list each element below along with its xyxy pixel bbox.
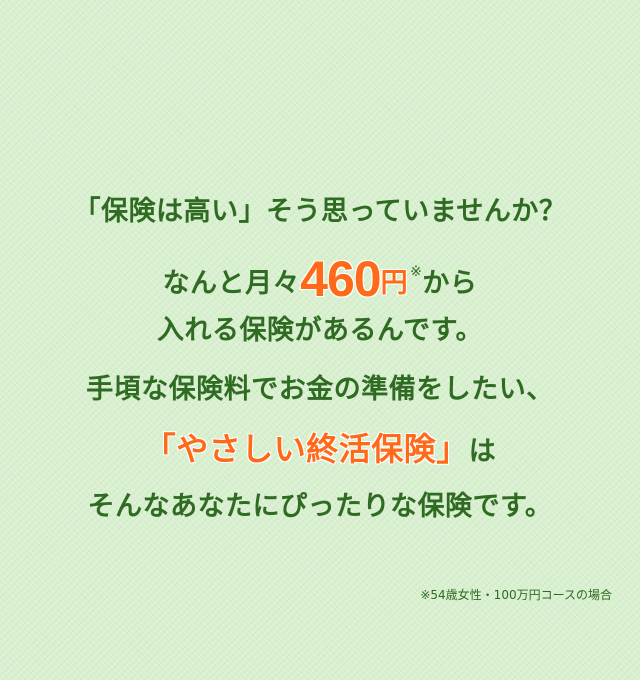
fit-line: そんなあなたにぴったりな保険です。 bbox=[87, 491, 553, 522]
product-suffix: は bbox=[468, 436, 497, 467]
price-unit: 円 bbox=[380, 268, 409, 299]
price-value: 460 bbox=[300, 251, 381, 307]
price-prefix: なんと月々 bbox=[162, 268, 301, 299]
price-suffix: から bbox=[422, 268, 478, 299]
footnote: ※54歳女性・100万円コースの場合 bbox=[420, 588, 612, 602]
question-line: 「保険は高い」そう思っていませんか？ bbox=[73, 196, 567, 227]
message-block: 「保険は高い」そう思っていませんか？ なんと月々460円 ※から 入れる保険がある… bbox=[0, 196, 640, 550]
price-line: なんと月々460円 ※から bbox=[0, 249, 640, 304]
need-line: 手頃な保険料でお金の準備をしたい、 bbox=[86, 374, 554, 405]
availability-line: 入れる保険があるんです。 bbox=[157, 315, 483, 346]
price-footnote-mark: ※ bbox=[410, 264, 423, 280]
page: { "message": { "line1": "「保険は高い」そう思っていませ… bbox=[0, 0, 640, 680]
product-name: 「やさしい終活保険」 bbox=[143, 430, 469, 468]
product-line: 「やさしい終活保険」は bbox=[0, 429, 640, 469]
